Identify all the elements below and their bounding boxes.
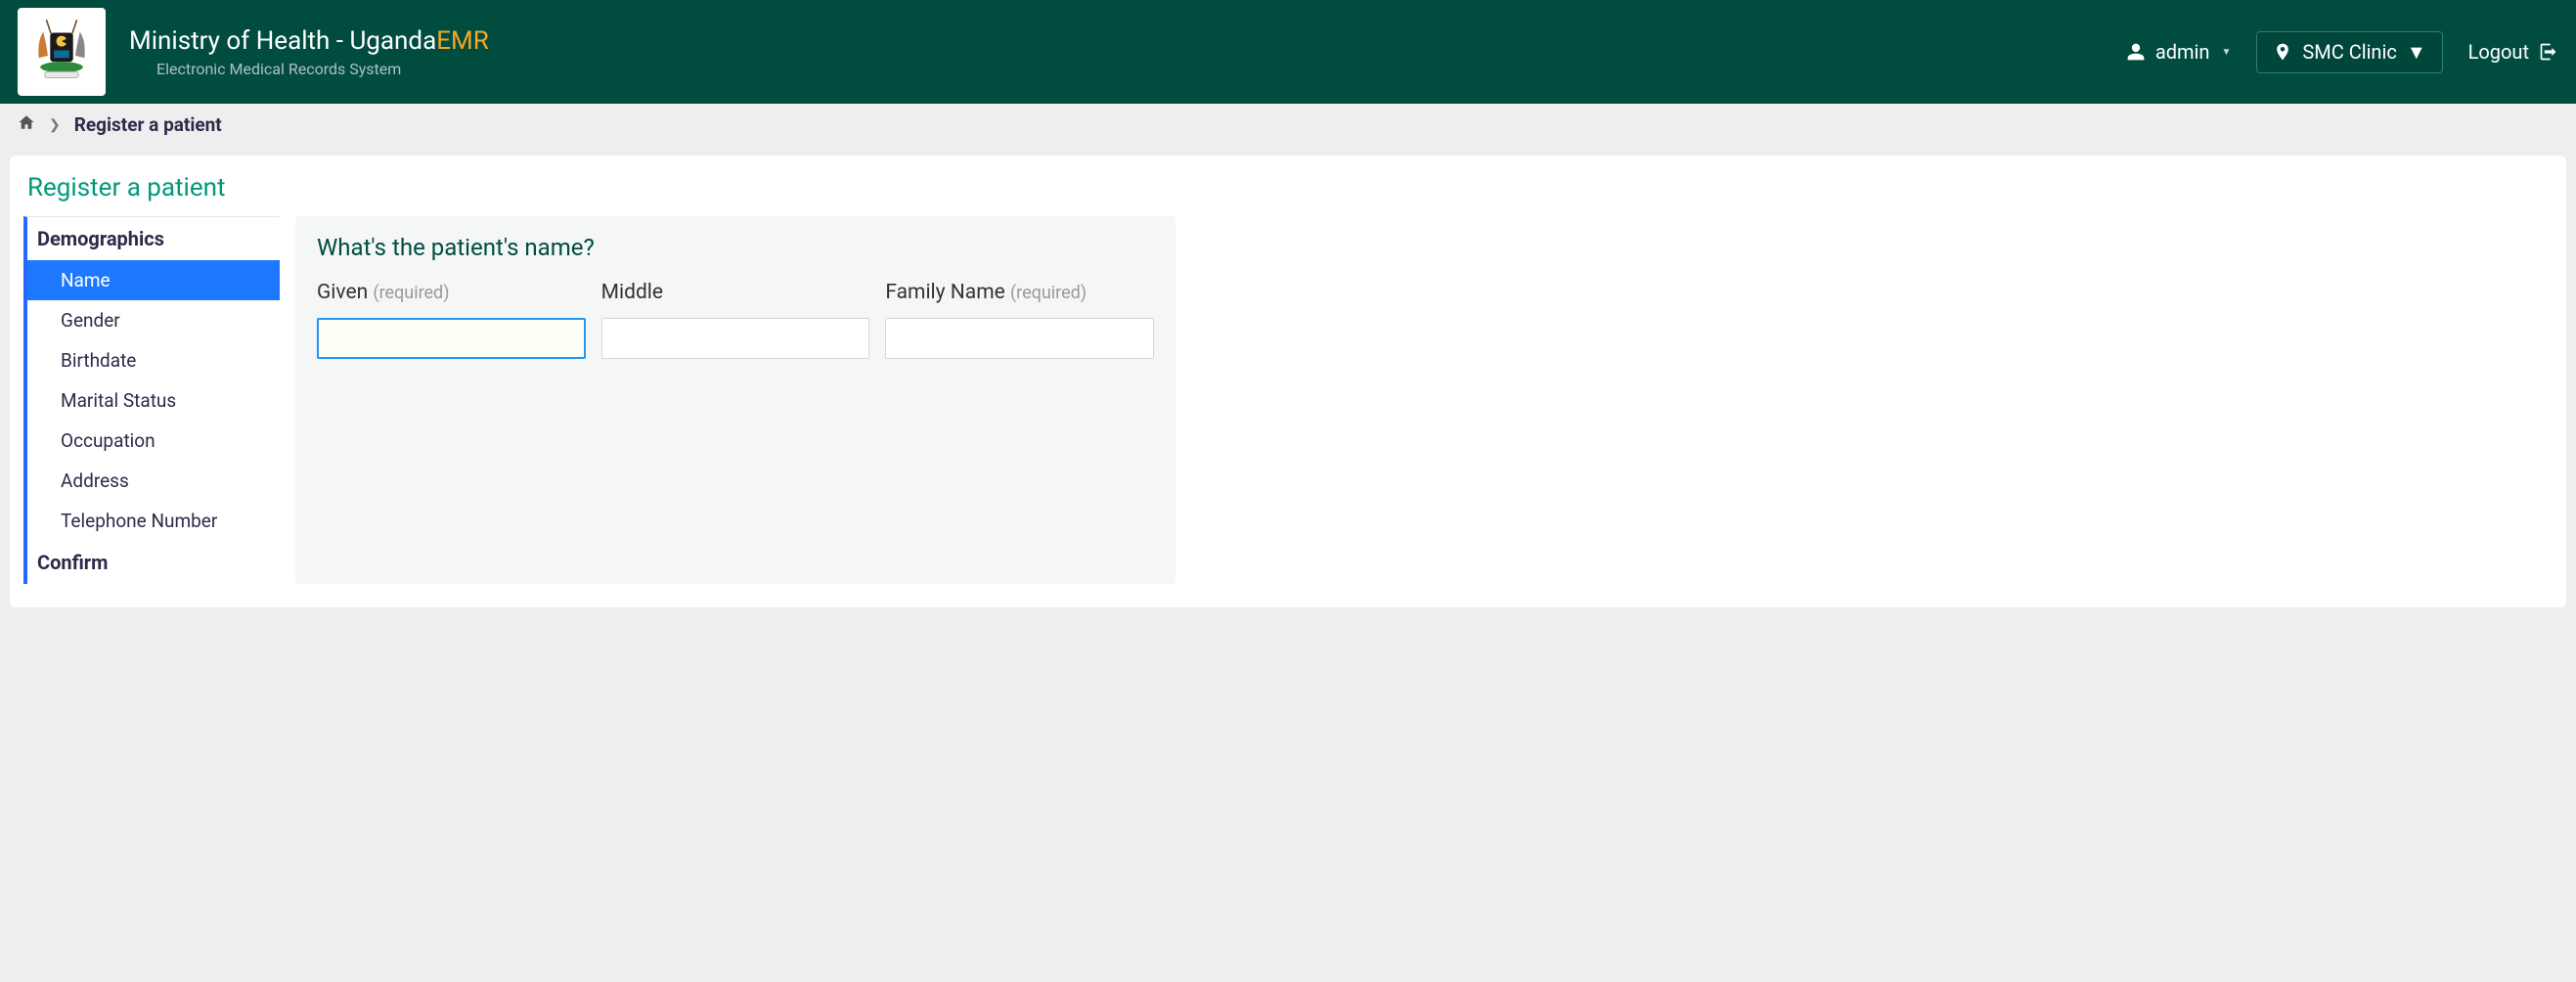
form-panel: What's the patient's name? Given (requir… bbox=[295, 216, 1176, 584]
family-label-text: Family Name bbox=[885, 281, 1004, 304]
brand-main-text: Ministry of Health - Uganda bbox=[129, 26, 436, 56]
family-name-input[interactable] bbox=[885, 318, 1154, 359]
logo-container bbox=[18, 8, 106, 96]
caret-down-icon: ▼ bbox=[2221, 47, 2231, 58]
given-required-text: (required) bbox=[373, 283, 449, 303]
chevron-right-icon: ❯ bbox=[49, 117, 61, 133]
logout-icon bbox=[2539, 42, 2558, 62]
middle-label-text: Middle bbox=[601, 281, 663, 304]
form-question: What's the patient's name? bbox=[317, 234, 1154, 261]
uganda-coat-of-arms-logo bbox=[23, 14, 100, 90]
nav-item-gender[interactable]: Gender bbox=[27, 300, 280, 340]
brand-emr-text: EMR bbox=[436, 26, 489, 56]
app-header: Ministry of Health - UgandaEMR Electroni… bbox=[0, 0, 2576, 104]
breadcrumb-current: Register a patient bbox=[74, 113, 222, 136]
home-icon bbox=[18, 113, 35, 131]
nav-section-confirm[interactable]: Confirm bbox=[27, 541, 280, 584]
given-label-text: Given bbox=[317, 281, 368, 304]
location-name: SMC Clinic bbox=[2302, 40, 2396, 64]
caret-down-icon: ▼ bbox=[2407, 40, 2426, 65]
user-icon bbox=[2126, 42, 2146, 62]
nav-item-name[interactable]: Name bbox=[27, 260, 280, 300]
brand-subtitle: Electronic Medical Records System bbox=[156, 60, 2126, 78]
middle-name-label: Middle bbox=[601, 281, 870, 304]
logout-button[interactable]: Logout bbox=[2468, 40, 2558, 64]
header-right: admin ▼ SMC Clinic ▼ Logout bbox=[2126, 31, 2558, 73]
family-name-field: Family Name (required) bbox=[885, 281, 1154, 359]
nav-item-address[interactable]: Address bbox=[27, 461, 280, 501]
nav-item-occupation[interactable]: Occupation bbox=[27, 421, 280, 461]
register-side-nav: Demographics Name Gender Birthdate Marit… bbox=[23, 216, 280, 584]
brand-block: Ministry of Health - UgandaEMR Electroni… bbox=[129, 26, 2126, 78]
user-menu[interactable]: admin ▼ bbox=[2126, 40, 2232, 64]
middle-name-field: Middle bbox=[601, 281, 870, 359]
nav-section-demographics: Demographics bbox=[27, 217, 280, 260]
given-name-label: Given (required) bbox=[317, 281, 586, 304]
breadcrumb: ❯ Register a patient bbox=[0, 104, 2576, 146]
breadcrumb-home[interactable] bbox=[18, 113, 35, 136]
given-name-field: Given (required) bbox=[317, 281, 586, 359]
family-required-text: (required) bbox=[1010, 283, 1087, 303]
family-name-label: Family Name (required) bbox=[885, 281, 1154, 304]
page-title: Register a patient bbox=[27, 173, 2553, 202]
location-selector[interactable]: SMC Clinic ▼ bbox=[2256, 31, 2442, 73]
middle-name-input[interactable] bbox=[601, 318, 870, 359]
content-card: Register a patient Demographics Name Gen… bbox=[10, 156, 2566, 607]
nav-item-telephone[interactable]: Telephone Number bbox=[27, 501, 280, 541]
name-field-row: Given (required) Middle Family Name (req… bbox=[317, 281, 1154, 359]
map-pin-icon bbox=[2273, 42, 2292, 62]
brand-title: Ministry of Health - UgandaEMR bbox=[129, 26, 2126, 56]
user-name: admin bbox=[2155, 40, 2210, 64]
given-name-input[interactable] bbox=[317, 318, 586, 359]
nav-item-marital-status[interactable]: Marital Status bbox=[27, 380, 280, 421]
logout-label: Logout bbox=[2468, 40, 2529, 64]
register-body: Demographics Name Gender Birthdate Marit… bbox=[23, 216, 2553, 584]
nav-item-birthdate[interactable]: Birthdate bbox=[27, 340, 280, 380]
